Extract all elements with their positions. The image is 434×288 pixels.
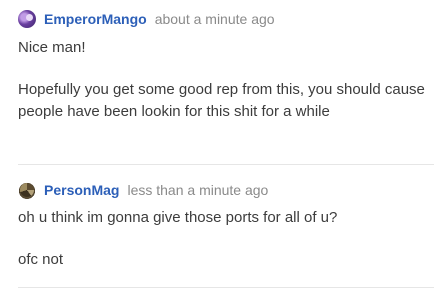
comment-paragraph: Hopefully you get some good rep from thi… [18,81,425,120]
comment-paragraph: oh u think im gonna give those ports for… [18,209,338,226]
comment-paragraph: Nice man! [18,39,86,56]
comment-header: PersonMag less than a minute ago [18,180,268,200]
avatar[interactable] [18,10,36,28]
username-link[interactable]: PersonMag [44,182,119,198]
comment-divider [18,164,434,165]
avatar[interactable] [18,181,36,199]
timestamp[interactable]: less than a minute ago [127,182,268,198]
username-link[interactable]: EmperorMango [44,11,147,27]
timestamp[interactable]: about a minute ago [155,11,275,27]
comment-paragraph: ofc not [18,251,64,268]
comment-header: EmperorMango about a minute ago [18,9,275,29]
